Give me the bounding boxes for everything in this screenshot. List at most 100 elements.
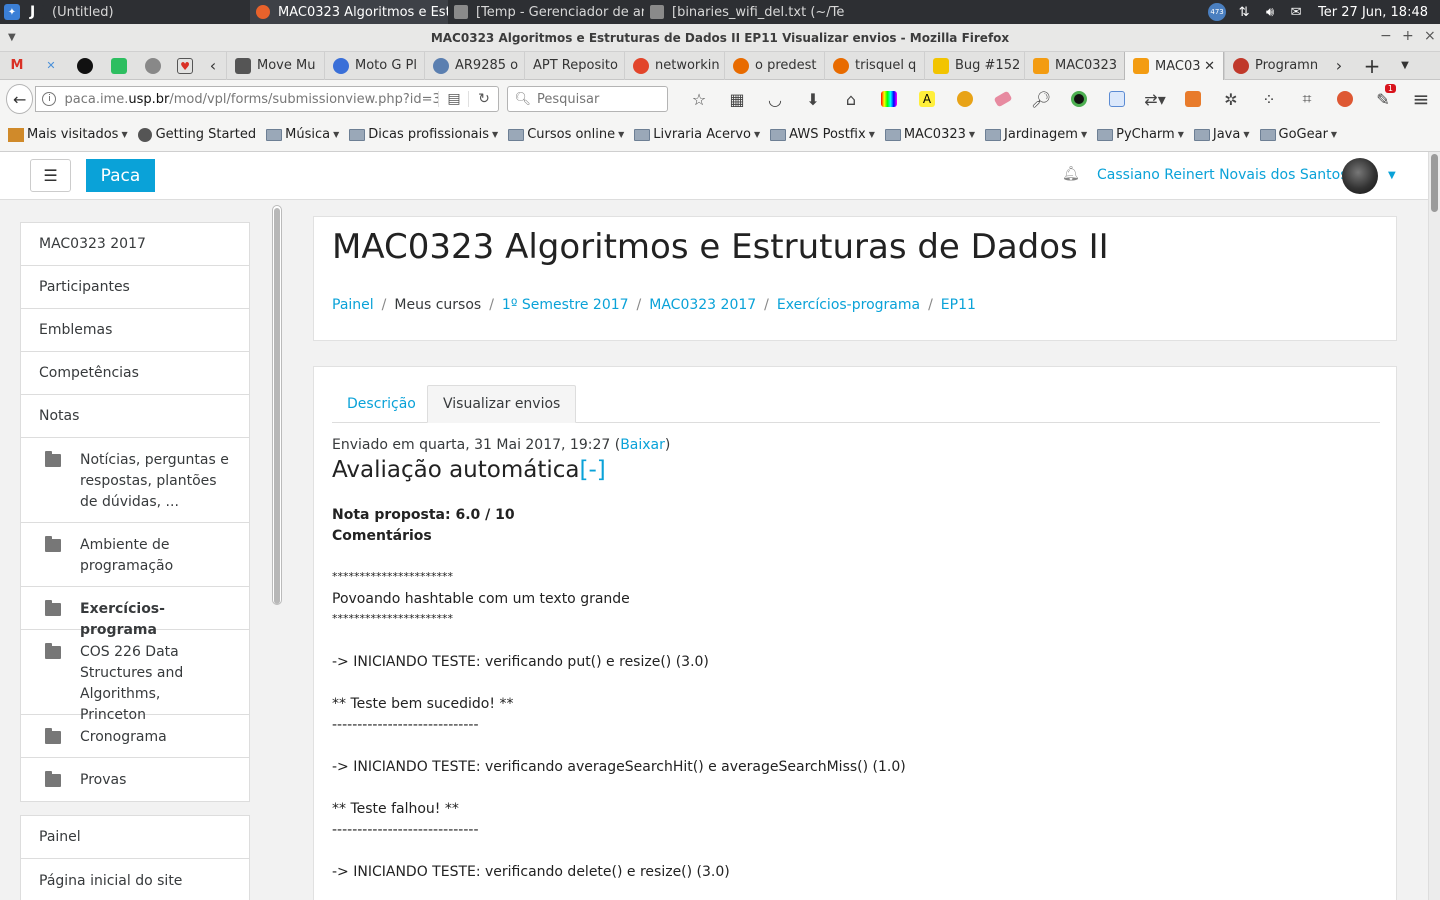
tab-item-selected[interactable]: MAC03 ✕	[1124, 51, 1224, 81]
list-all-tabs-icon[interactable]: ▼	[1392, 52, 1418, 80]
eye-icon[interactable]	[1060, 84, 1098, 114]
tab-item[interactable]: Programn	[1224, 51, 1326, 80]
tab-item[interactable]: o predest	[724, 51, 824, 80]
bookmark-getting-started[interactable]: Getting Started	[137, 127, 256, 142]
pinned-tab-github[interactable]	[68, 52, 102, 80]
breadcrumb-dashboard[interactable]: Painel	[332, 297, 374, 313]
download-link[interactable]: Baixar	[620, 437, 665, 453]
notification-bell-icon[interactable]: 🔔︎	[1062, 166, 1080, 184]
pinned-tab-gmail[interactable]: M	[0, 52, 34, 80]
breadcrumb-section[interactable]: Exercícios-programa	[777, 297, 920, 313]
color-picker-icon[interactable]	[870, 84, 908, 114]
close-window-icon[interactable]: ×	[1424, 28, 1436, 44]
bookmark-folder[interactable]: Cursos online ▼	[508, 127, 624, 142]
bookmark-folder[interactable]: Jardinagem ▼	[985, 127, 1087, 142]
clock[interactable]: Ter 27 Jun, 18:48	[1318, 5, 1428, 20]
tab-item[interactable]: trisquel q	[824, 51, 924, 80]
pocket-icon[interactable]: ◡	[756, 84, 794, 114]
tab-view-submissions[interactable]: Visualizar envios	[427, 385, 577, 423]
font-icon[interactable]: A	[908, 84, 946, 114]
close-tab-icon[interactable]: ✕	[1204, 59, 1215, 74]
bookmark-folder[interactable]: Música ▼	[266, 127, 339, 142]
bookmark-folder[interactable]: Dicas profissionais ▼	[349, 127, 498, 142]
bug-icon[interactable]: ✲	[1212, 84, 1250, 114]
breadcrumb-semester[interactable]: 1º Semestre 2017	[502, 297, 629, 313]
page-scrollbar[interactable]	[1428, 152, 1440, 900]
footprint-icon[interactable]: ⁘	[1250, 84, 1288, 114]
taskbar-item-untitled[interactable]: J (Untitled)	[24, 0, 250, 24]
user-menu-caret-icon[interactable]: ▼	[1388, 170, 1396, 181]
nav-item-competencies[interactable]: Competências	[21, 352, 249, 395]
search-box[interactable]: 🔍︎	[507, 86, 668, 112]
tab-item[interactable]: APT Reposito	[524, 51, 624, 80]
tab-item[interactable]: Bug #152	[924, 51, 1024, 80]
pinned-tab-evernote[interactable]	[102, 52, 136, 80]
extension-coin-icon[interactable]	[946, 84, 984, 114]
nav-item-section-active[interactable]: Exercícios-programa	[21, 587, 249, 638]
duckduckgo-icon[interactable]	[1326, 84, 1364, 114]
taskbar-item-firefox[interactable]: MAC0323 Algoritmos e Est...	[250, 0, 448, 24]
tab-item[interactable]: AR9285 o	[424, 51, 524, 80]
updates-icon[interactable]: 473	[1208, 3, 1227, 21]
bookmark-folder[interactable]: MAC0323 ▼	[884, 127, 975, 142]
nav-item-badges[interactable]: Emblemas	[21, 309, 249, 352]
scroll-tabs-left-icon[interactable]: ‹	[200, 52, 226, 80]
scrollbar-thumb[interactable]	[1431, 154, 1438, 212]
bookmarks-menu-icon[interactable]: ▦	[718, 84, 756, 114]
reload-icon[interactable]: ↻	[468, 91, 498, 107]
search-input[interactable]	[537, 91, 667, 107]
bookmark-most-visited[interactable]: Mais visitados ▼	[8, 127, 128, 142]
collapse-toggle[interactable]: [-]	[580, 457, 606, 483]
volume-icon[interactable]: 🔊︎	[1262, 4, 1278, 20]
shuffle-icon[interactable]: ⇄▾	[1136, 84, 1174, 114]
eraser-icon[interactable]	[984, 84, 1022, 114]
tab-description[interactable]: Descrição	[332, 385, 431, 423]
url-bar[interactable]: i paca.ime.usp.br/mod/vpl/forms/submissi…	[35, 86, 500, 112]
nav-item-participants[interactable]: Participantes	[21, 266, 249, 309]
nav-item-section[interactable]: Notícias, perguntas e respostas, plantõe…	[21, 438, 249, 523]
maximize-icon[interactable]: +	[1402, 28, 1414, 44]
nav-item-course[interactable]: MAC0323 2017	[21, 223, 249, 266]
drawer-scrollbar[interactable]	[272, 205, 282, 605]
site-info-icon[interactable]: i	[42, 92, 57, 106]
breadcrumb-course[interactable]: MAC0323 2017	[649, 297, 756, 313]
site-brand[interactable]: Paca	[86, 159, 155, 192]
network-icon[interactable]: ⇅	[1236, 4, 1252, 20]
url-text[interactable]: paca.ime.usp.br/mod/vpl/forms/submission…	[64, 92, 438, 107]
distro-menu-icon[interactable]: ✦	[0, 0, 24, 24]
bookmark-folder[interactable]: Livraria Acervo ▼	[634, 127, 760, 142]
user-name-link[interactable]: Cassiano Reinert Novais dos Santos	[1097, 167, 1348, 183]
reader-view-icon[interactable]: ▤	[438, 91, 468, 107]
minimize-icon[interactable]: −	[1380, 28, 1392, 44]
bookmark-folder[interactable]: AWS Postfix ▼	[770, 127, 875, 142]
window-menu-icon[interactable]: ▼	[8, 32, 16, 43]
nav-item-section[interactable]: Provas	[21, 758, 249, 801]
nav-item-site-home[interactable]: Página inicial do site	[21, 859, 249, 900]
avatar[interactable]	[1342, 158, 1378, 194]
taskbar-item-text-editor[interactable]: [binaries_wifi_del.txt (~/Te...	[644, 0, 844, 24]
bookmark-folder[interactable]: Java ▼	[1193, 127, 1250, 142]
bookmark-star-icon[interactable]: ☆	[680, 84, 718, 114]
downloads-icon[interactable]: ⬇	[794, 84, 832, 114]
bookmark-folder[interactable]: PyCharm ▼	[1097, 127, 1184, 142]
back-button[interactable]: ←	[6, 84, 34, 114]
pinned-tab-twitter[interactable]: ✕	[34, 52, 68, 80]
tab-item[interactable]: networkin	[624, 51, 724, 80]
taskbar-item-file-manager[interactable]: [Temp - Gerenciador de ar...	[448, 0, 644, 24]
tab-item[interactable]: Move Mu	[226, 51, 324, 80]
pinned-tab-pocket[interactable]: ♥	[170, 52, 200, 80]
scroll-tabs-right-icon[interactable]: ›	[1326, 52, 1352, 80]
bookmark-folder[interactable]: GoGear ▼	[1259, 127, 1337, 142]
new-tab-icon[interactable]: +	[1352, 52, 1392, 80]
nav-item-section[interactable]: COS 226 Data Structures and Algorithms, …	[21, 630, 249, 723]
page-icon[interactable]	[1098, 84, 1136, 114]
nav-item-dashboard[interactable]: Painel	[21, 816, 249, 859]
home-icon[interactable]: ⌂	[832, 84, 870, 114]
zoom-icon[interactable]: 🔎︎	[1022, 84, 1060, 114]
notification-icon[interactable]: ✎ 1	[1364, 84, 1402, 114]
fox-icon[interactable]	[1174, 84, 1212, 114]
nav-item-grades[interactable]: Notas	[21, 395, 249, 438]
nav-item-section[interactable]: Ambiente de programação	[21, 523, 249, 587]
hamburger-menu-icon[interactable]: ≡	[1402, 84, 1440, 114]
pinned-tab-globe[interactable]	[136, 52, 170, 80]
